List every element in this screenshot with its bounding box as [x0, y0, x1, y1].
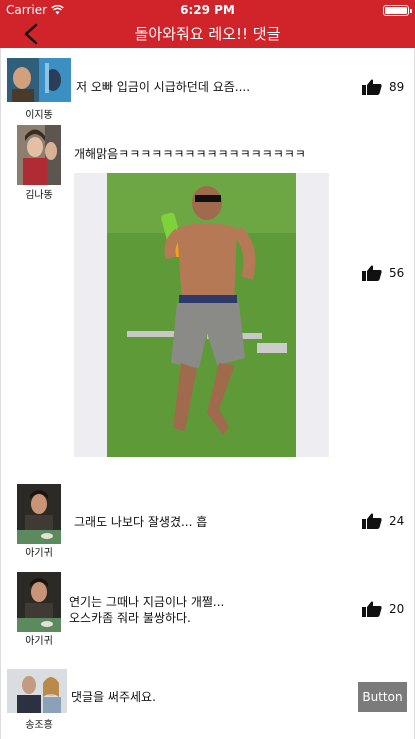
like-count: 89	[389, 80, 405, 94]
avatar[interactable]	[7, 58, 71, 102]
thumbs-up-icon	[362, 513, 382, 529]
comment-text: 그래도 나보다 잘생겼... 흡	[74, 515, 208, 529]
avatar-image	[17, 572, 61, 632]
comment-username: 이지똥	[25, 110, 53, 121]
nav-bar: Carrier 6:29 PM 돌아와줘요 레오!! 댓글	[0, 0, 415, 48]
like-button[interactable]: 89	[362, 79, 404, 95]
comment-input[interactable]	[71, 686, 341, 708]
current-username: 송조흥	[25, 720, 53, 731]
comment-text-line2: 오스카좀 줘라 불쌍하다.	[69, 611, 191, 625]
battery-icon	[383, 5, 412, 16]
comment-text: 개해맑음ㅋㅋㅋㅋㅋㅋㅋㅋㅋㅋㅋㅋㅋㅋㅋㅋㅋ	[74, 147, 306, 161]
submit-comment-button[interactable]: Button	[358, 682, 407, 712]
like-count: 20	[389, 602, 405, 616]
comment-username: 아기귀	[25, 636, 53, 647]
page-title: 돌아와줘요 레오!! 댓글	[134, 25, 281, 43]
like-button[interactable]: 20	[362, 601, 404, 617]
comment-username: 아기귀	[25, 548, 53, 559]
like-count: 56	[389, 266, 405, 280]
comment-username: 김나똥	[25, 190, 53, 201]
comment-compose-bar: 송조흥 Button	[1, 660, 415, 739]
status-bar: Carrier 6:29 PM	[0, 0, 415, 20]
thumbs-up-icon	[362, 601, 382, 617]
current-user-avatar	[7, 669, 67, 713]
comment-text: 저 오빠 입금이 시급하던데 요즘....	[76, 80, 251, 94]
like-button[interactable]: 56	[362, 265, 404, 281]
thumbs-up-icon	[362, 265, 382, 281]
like-count: 24	[389, 514, 405, 528]
avatar[interactable]	[17, 125, 61, 185]
avatar[interactable]	[17, 572, 61, 632]
comment-text-line1: 연기는 그때나 지금이나 개쩔...	[69, 595, 225, 609]
thumbs-up-icon	[362, 79, 382, 95]
avatar-image	[17, 125, 61, 185]
photo-image	[107, 173, 296, 457]
avatar-image	[7, 58, 71, 102]
comment-photo[interactable]	[74, 173, 329, 457]
avatar-image	[7, 669, 67, 713]
avatar[interactable]	[17, 484, 61, 544]
comment-list: 이지똥 저 오빠 입금이 시급하던데 요즘.... 89 김나똥 개해맑음ㅋㅋㅋ…	[0, 48, 415, 739]
like-button[interactable]: 24	[362, 513, 404, 529]
avatar-image	[17, 484, 61, 544]
status-time: 6:29 PM	[180, 3, 235, 17]
